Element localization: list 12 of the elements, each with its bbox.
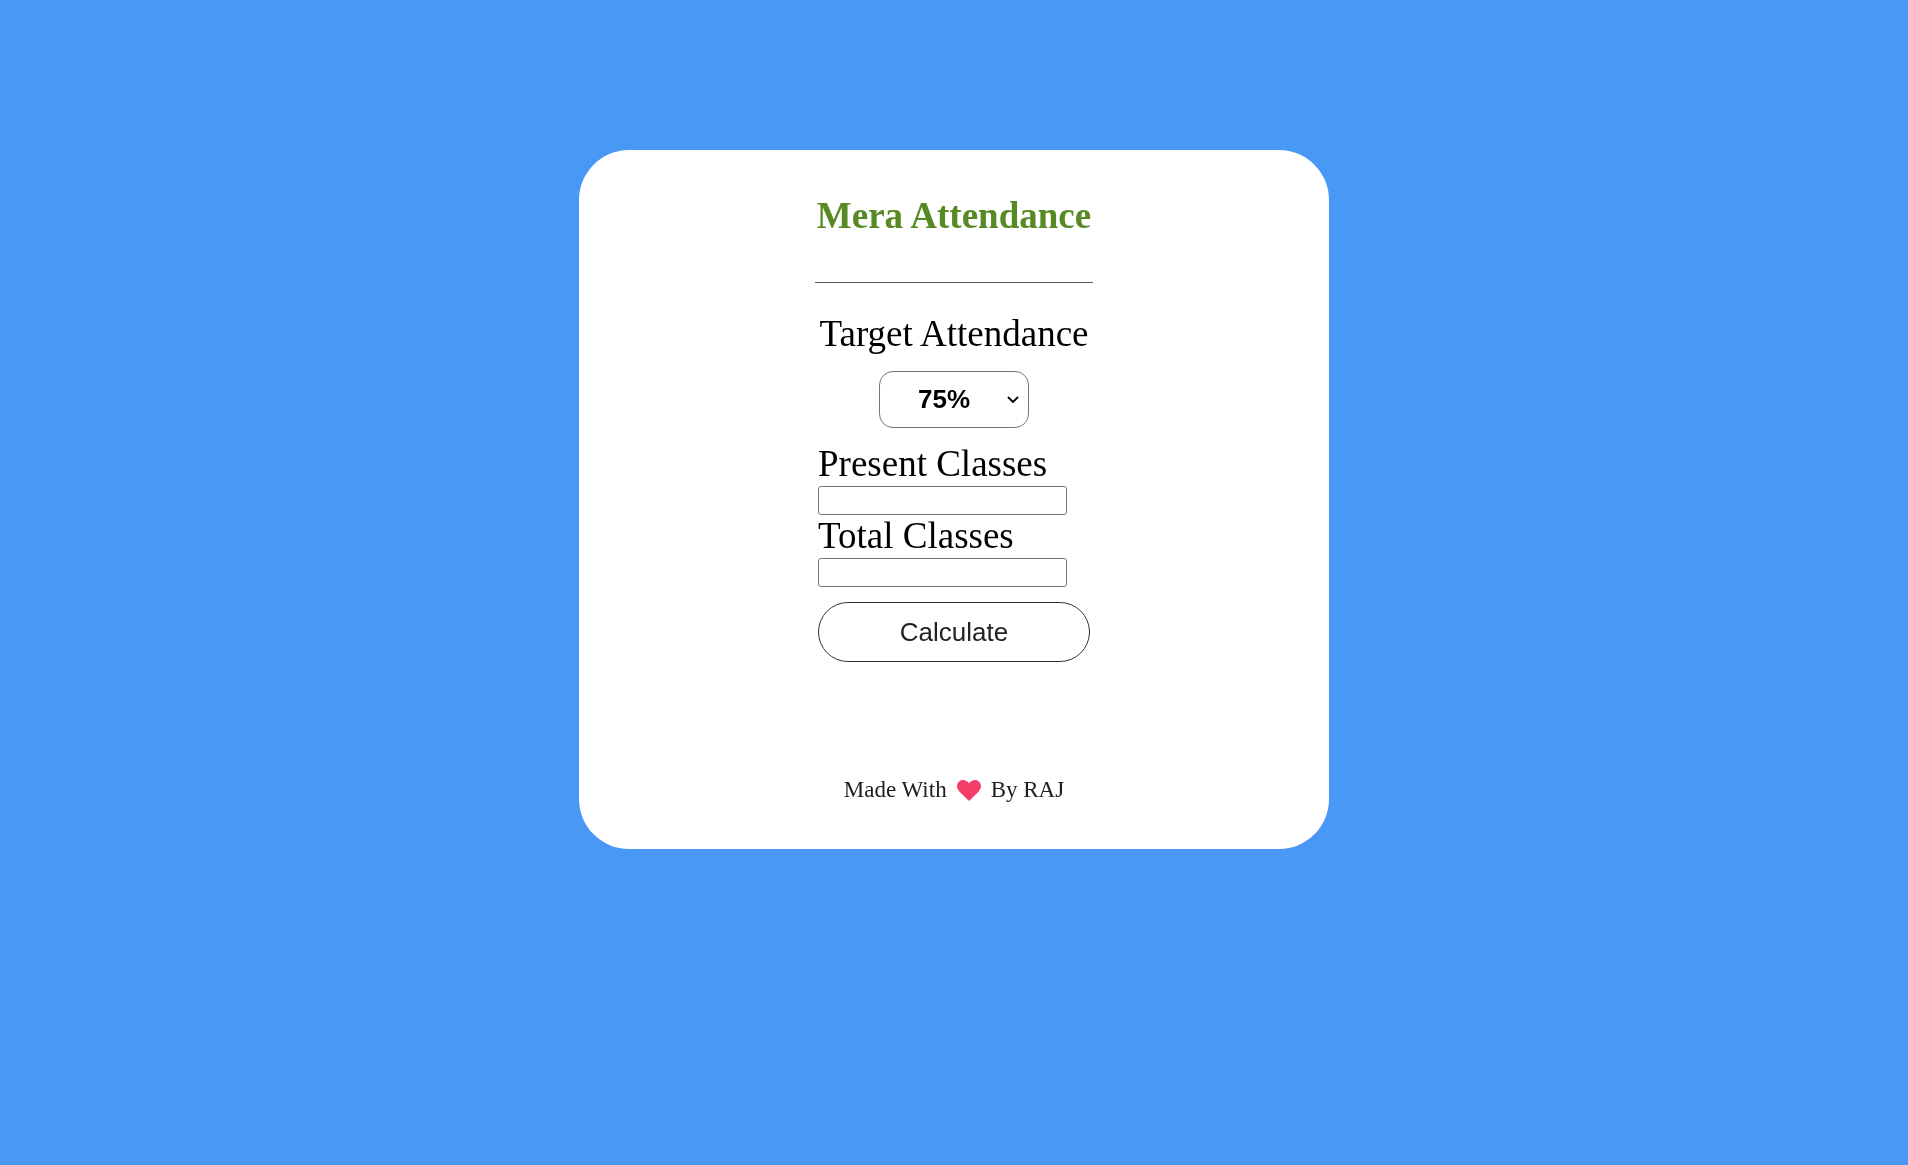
target-select[interactable]: 75% <box>879 371 1029 428</box>
input-field[interactable] <box>818 558 1067 587</box>
heart-icon <box>956 779 981 801</box>
calculate-button[interactable]: Calculate <box>818 602 1090 662</box>
target-attendance-label: Target Attendance <box>819 312 1089 356</box>
field-label: Present Classes <box>818 443 1048 485</box>
chevron-icon <box>1007 395 1019 404</box>
credit-text: Made With <box>843 777 947 803</box>
credit-text: By RAJ <box>990 777 1065 803</box>
field-label: Total Classes <box>818 515 1014 557</box>
input-field[interactable] <box>818 486 1067 515</box>
app-title: Mera Attendance <box>816 195 1092 236</box>
